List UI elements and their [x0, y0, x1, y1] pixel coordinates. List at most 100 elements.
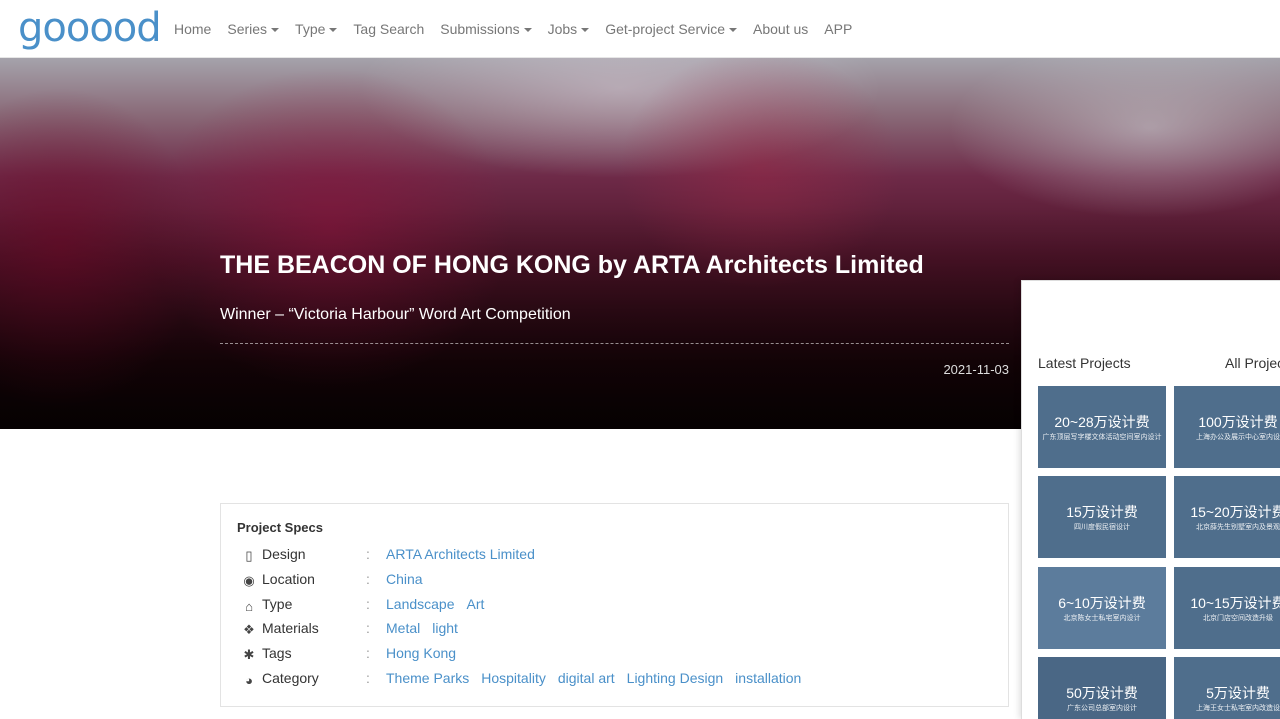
tile-description: 北京薛先生别墅室内及景观	[1196, 524, 1280, 531]
page-subtitle: Winner – “Victoria Harbour” Word Art Com…	[220, 306, 571, 323]
spec-values: Hong Kong	[386, 645, 468, 661]
nav-item-tag-search[interactable]: Tag Search	[345, 21, 432, 37]
site-logo[interactable]: gooood	[18, 4, 162, 52]
caret-down-icon	[523, 28, 532, 33]
nav-item-label: Get-project Service	[605, 21, 726, 37]
spec-separator: :	[366, 670, 370, 686]
main-menu: Home Series Type Tag Search Submissions Jobs G…	[166, 0, 860, 58]
caret-down-icon	[729, 28, 738, 33]
spec-separator: :	[366, 620, 370, 636]
tags-icon: ✱	[243, 647, 255, 662]
nav-item-label: Type	[295, 21, 326, 37]
spec-value-link[interactable]: digital art	[558, 670, 615, 686]
nav-item-type[interactable]: Type	[287, 21, 345, 37]
tile-fee: 15万设计费	[1066, 504, 1138, 520]
project-tile[interactable]: 15~20万设计费北京薛先生别墅室内及景观	[1174, 476, 1280, 558]
project-tile[interactable]: 50万设计费广东公司总部室内设计	[1038, 657, 1166, 719]
spec-values: Metal light	[386, 620, 470, 636]
page-title: THE BEACON OF HONG KONG by ARTA Architec…	[220, 251, 924, 279]
bank-icon: ⌂	[245, 598, 253, 614]
spec-row-type: ⌂ Type: Landscape Art	[241, 596, 1001, 616]
spec-value-link[interactable]: Landscape	[386, 596, 455, 612]
publish-date: 2021-11-03	[943, 362, 1009, 377]
caret-down-icon	[581, 28, 590, 33]
spec-value-link[interactable]: Art	[467, 596, 485, 612]
specs-title: Project Specs	[237, 520, 323, 535]
nav-item-label: Tag Search	[353, 21, 425, 37]
globe-icon: ◉	[243, 573, 255, 588]
spec-value-link[interactable]: China	[386, 571, 423, 587]
project-tile[interactable]: 5万设计费上海王女士私宅室内改造设	[1174, 657, 1280, 719]
spec-value-link[interactable]: Lighting Design	[627, 670, 724, 686]
tile-description: 上海办公及展示中心室内设	[1196, 434, 1280, 441]
nav-item-label: Jobs	[547, 21, 578, 37]
spec-label: Tags	[262, 645, 292, 661]
tile-fee: 100万设计费	[1198, 414, 1278, 430]
spec-value-link[interactable]: Hong Kong	[386, 645, 456, 661]
building-icon: ▯	[245, 548, 253, 563]
spec-value-link[interactable]: Hospitality	[481, 670, 546, 686]
spec-value-link[interactable]: Metal	[386, 620, 420, 636]
spec-row-design: ▯ Design: ARTA Architects Limited	[241, 546, 1001, 566]
nav-item-label: About us	[753, 21, 809, 37]
project-tile[interactable]: 15万设计费四川度假民宿设计	[1038, 476, 1166, 558]
project-specs-panel: Project Specs ▯ Design: ARTA Architects Li…	[220, 503, 1009, 707]
spec-label: Materials	[262, 620, 319, 636]
divider	[220, 343, 1009, 344]
spec-row-location: ◉ Location: China	[241, 571, 1001, 591]
spec-value-link[interactable]: light	[432, 620, 458, 636]
tile-description: 北京门店空间改造升级	[1203, 615, 1273, 622]
caret-down-icon	[329, 28, 338, 33]
spec-values: China	[386, 571, 435, 587]
nav-item-submissions[interactable]: Submissions	[432, 21, 539, 37]
tile-fee: 20~28万设计费	[1054, 414, 1150, 430]
spec-value-link[interactable]: installation	[735, 670, 801, 686]
tile-description: 四川度假民宿设计	[1074, 524, 1130, 531]
pie-chart-icon: ◕	[245, 672, 253, 688]
nav-item-label: APP	[824, 21, 853, 37]
nav-item-label: Home	[174, 21, 212, 37]
spec-separator: :	[366, 546, 370, 562]
spec-row-materials: ❖ Materials: Metal light	[241, 620, 1001, 640]
project-tile[interactable]: 100万设计费上海办公及展示中心室内设	[1174, 386, 1280, 468]
tile-fee: 10~15万设计费	[1190, 595, 1280, 611]
caret-down-icon	[271, 28, 280, 33]
latest-projects-heading: Latest Projects	[1038, 355, 1131, 371]
spec-separator: :	[366, 645, 370, 661]
nav-item-series[interactable]: Series	[219, 21, 287, 37]
tile-description: 北京陈女士私宅室内设计	[1063, 615, 1141, 622]
nav-item-app[interactable]: APP	[816, 21, 860, 37]
nav-item-about-us[interactable]: About us	[745, 21, 816, 37]
tile-description: 广东公司总部室内设计	[1067, 705, 1137, 712]
spec-values: Landscape Art	[386, 596, 496, 612]
tile-fee: 15~20万设计费	[1190, 504, 1280, 520]
tile-fee: 50万设计费	[1066, 685, 1138, 701]
nav-item-home[interactable]: Home	[166, 21, 219, 37]
tile-description: 上海王女士私宅室内改造设	[1196, 705, 1280, 712]
tile-fee: 5万设计费	[1206, 685, 1270, 701]
top-navbar: gooood Home Series Type Tag Search Submissio…	[0, 0, 1280, 58]
spec-row-tags: ✱ Tags: Hong Kong	[241, 645, 1001, 665]
tile-description: 广东顶层写字楼文体活动空间室内设计	[1042, 434, 1162, 441]
latest-projects-sidebar: Latest Projects All Projec 20~28万设计费广东顶层…	[1021, 280, 1280, 719]
cubes-icon: ❖	[243, 622, 255, 637]
spec-separator: :	[366, 571, 370, 587]
project-tile[interactable]: 20~28万设计费广东顶层写字楼文体活动空间室内设计	[1038, 386, 1166, 468]
spec-label: Category	[262, 670, 319, 686]
spec-label: Location	[262, 571, 315, 587]
project-tile[interactable]: 6~10万设计费 北京陈女士私宅室内设计	[1038, 567, 1166, 649]
nav-item-label: Submissions	[440, 21, 520, 37]
spec-label: Type	[262, 596, 293, 612]
spec-value-link[interactable]: Theme Parks	[386, 670, 469, 686]
spec-separator: :	[366, 596, 370, 612]
nav-item-label: Series	[227, 21, 268, 37]
spec-values: Theme Parks Hospitality digital art Lightin…	[386, 670, 813, 686]
all-projects-link[interactable]: All Projec	[1225, 355, 1280, 371]
nav-item-get-project-service[interactable]: Get-project Service	[597, 21, 745, 37]
spec-label: Design	[262, 546, 306, 562]
spec-value-link[interactable]: ARTA Architects Limited	[386, 546, 535, 562]
spec-row-category: ◕ Category: Theme Parks Hospitality digital …	[241, 670, 1001, 690]
spec-values: ARTA Architects Limited	[386, 546, 547, 562]
project-tile[interactable]: 10~15万设计费北京门店空间改造升级	[1174, 567, 1280, 649]
nav-item-jobs[interactable]: Jobs	[540, 21, 598, 37]
